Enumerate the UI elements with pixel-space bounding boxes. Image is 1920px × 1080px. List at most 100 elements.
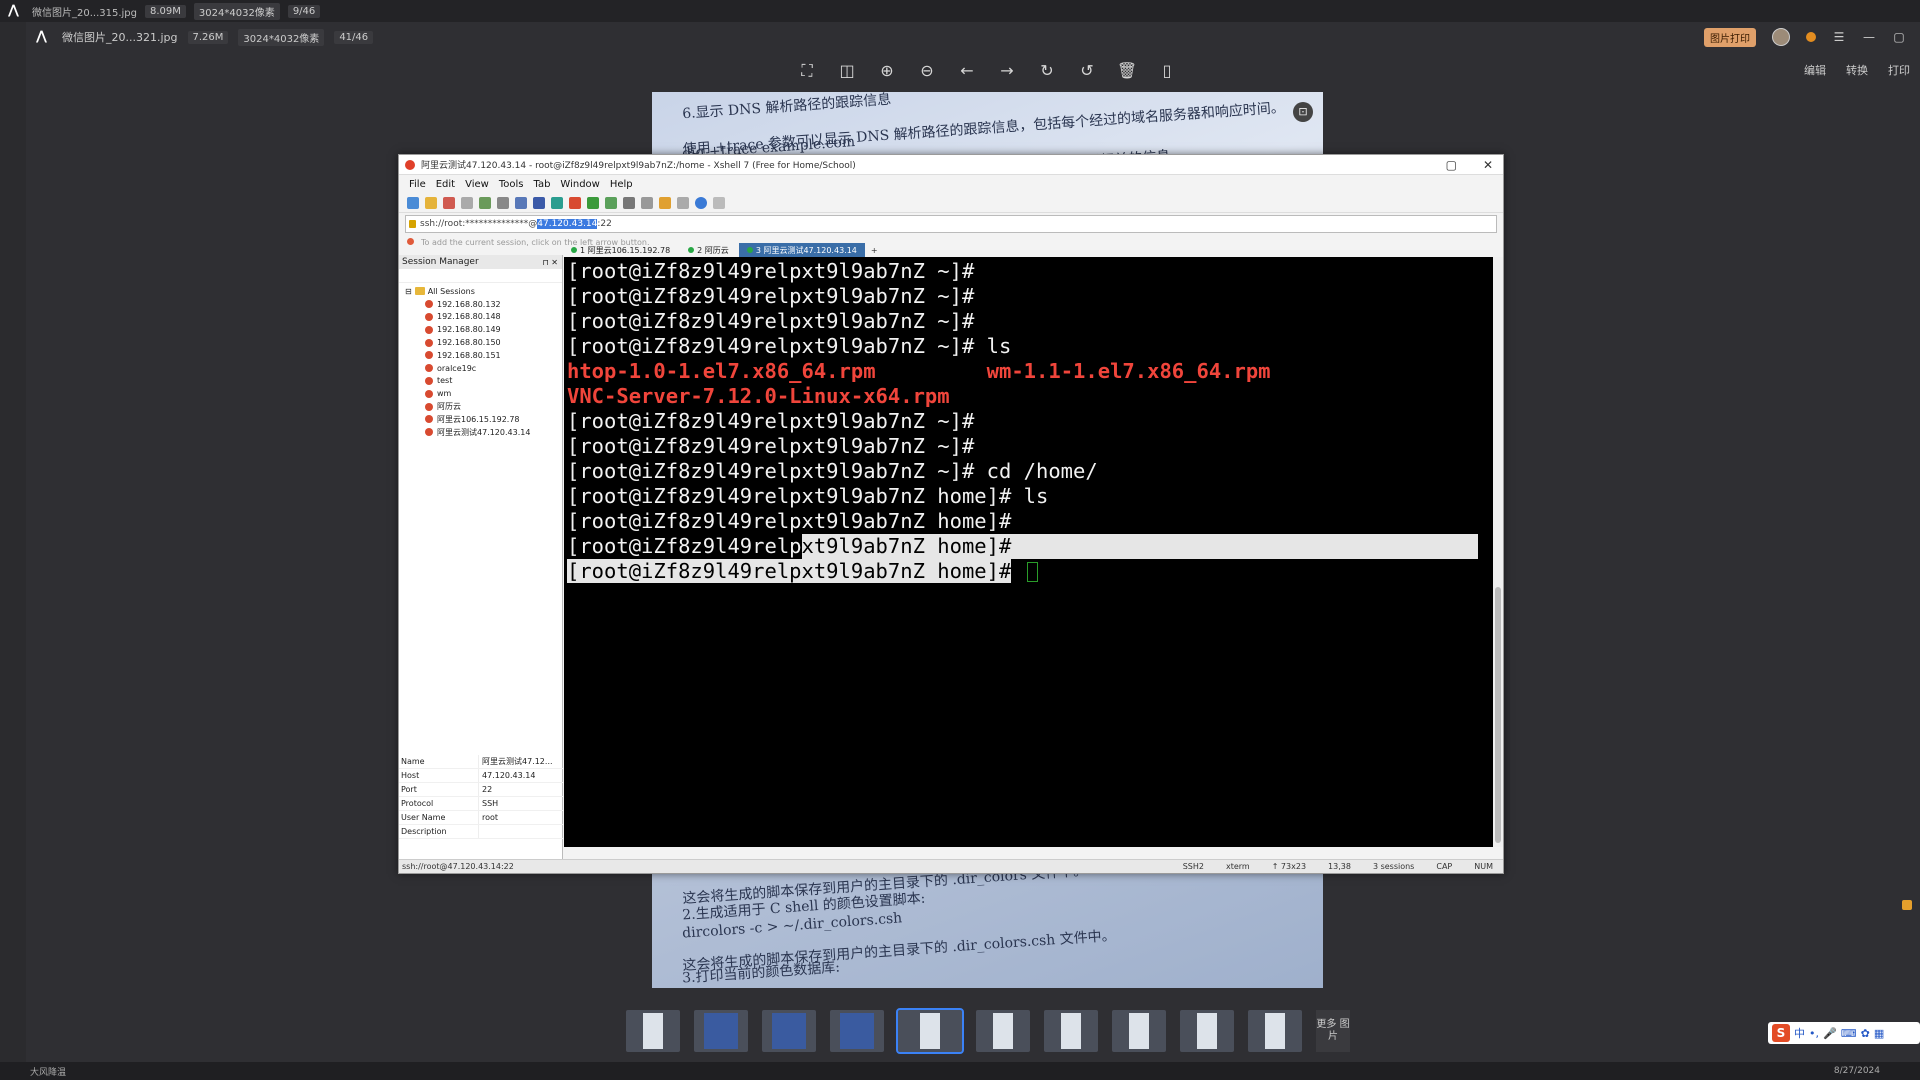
- copy-icon[interactable]: [479, 196, 491, 209]
- minimize-icon[interactable]: —: [1862, 30, 1876, 44]
- xftp-icon[interactable]: [569, 196, 581, 209]
- script-icon[interactable]: [659, 196, 671, 209]
- address-bar[interactable]: ssh://root:**************@ 47.120.43.14:2…: [405, 215, 1497, 233]
- new-tab-button[interactable]: +: [867, 246, 882, 255]
- thumbnail[interactable]: [1180, 1010, 1234, 1052]
- rotate-left-icon[interactable]: ↺: [1076, 60, 1098, 82]
- session-search[interactable]: [399, 269, 562, 283]
- zoom-out-icon[interactable]: ⊖: [916, 60, 938, 82]
- menu-file[interactable]: File: [409, 179, 426, 190]
- thumbnail[interactable]: [1112, 1010, 1166, 1052]
- thumbnail[interactable]: [1248, 1010, 1302, 1052]
- session-icon: [425, 415, 433, 424]
- shield-icon[interactable]: [1902, 900, 1912, 910]
- status-sessions[interactable]: 3 sessions: [1373, 862, 1414, 871]
- pin-close-icons[interactable]: ⊓ ✕: [543, 258, 563, 267]
- maximize-icon[interactable]: ▢: [1446, 158, 1457, 172]
- mic-icon[interactable]: 🎤: [1823, 1027, 1837, 1040]
- actual-size-icon[interactable]: ◫: [836, 60, 858, 82]
- terminal-scrollbar[interactable]: [1493, 257, 1503, 847]
- thumbnail[interactable]: [830, 1010, 884, 1052]
- tree-item[interactable]: oralce19c: [399, 362, 562, 375]
- tree-item[interactable]: 192.168.80.151: [399, 349, 562, 362]
- tree-item[interactable]: wm: [399, 387, 562, 400]
- skin-icon[interactable]: ✿: [1861, 1027, 1870, 1040]
- print-image-button[interactable]: 图片打印: [1704, 27, 1756, 47]
- tab-session-3[interactable]: 3 阿里云测试47.120.43.14: [738, 243, 865, 257]
- selection-highlight: xt9l9ab7nZ home]#: [801, 534, 1478, 559]
- disconnect-icon[interactable]: [461, 196, 473, 209]
- chat-icon[interactable]: [713, 196, 725, 209]
- new-session-icon[interactable]: [407, 196, 419, 209]
- menu-icon[interactable]: ☰: [1832, 30, 1846, 44]
- ocr-icon[interactable]: ⊡: [1293, 102, 1313, 122]
- previous-icon[interactable]: ←: [956, 60, 978, 82]
- menu-tools[interactable]: Tools: [499, 179, 524, 190]
- more-images-button[interactable]: 更多 图片: [1316, 1010, 1350, 1052]
- keyboard-icon[interactable]: ⌨: [1841, 1027, 1857, 1040]
- help-icon[interactable]: [695, 196, 707, 209]
- next-icon[interactable]: →: [996, 60, 1018, 82]
- print-button[interactable]: 打印: [1888, 62, 1910, 78]
- menu-bar: File Edit View Tools Tab Window Help: [399, 175, 1503, 193]
- rotate-right-icon[interactable]: ↻: [1036, 60, 1058, 82]
- scrollbar-thumb[interactable]: [1495, 587, 1501, 843]
- menu-view[interactable]: View: [465, 179, 489, 190]
- delete-icon[interactable]: 🗑: [1116, 60, 1138, 82]
- fullscreen-icon[interactable]: [605, 196, 617, 209]
- open-folder-icon[interactable]: [425, 196, 437, 209]
- tree-item[interactable]: 192.168.80.148: [399, 311, 562, 324]
- thumbnail[interactable]: [626, 1010, 680, 1052]
- menu-window[interactable]: Window: [560, 179, 599, 190]
- menu-edit[interactable]: Edit: [436, 179, 455, 190]
- tree-item[interactable]: 192.168.80.132: [399, 298, 562, 311]
- tree-item[interactable]: 阿历云: [399, 400, 562, 413]
- keyboard-icon[interactable]: [641, 196, 653, 209]
- thumbnail[interactable]: [694, 1010, 748, 1052]
- tree-item[interactable]: 192.168.80.150: [399, 336, 562, 349]
- tools-icon[interactable]: ▦: [1874, 1027, 1884, 1040]
- tree-root[interactable]: ⊟ All Sessions: [399, 285, 562, 298]
- convert-button[interactable]: 转换: [1846, 62, 1868, 78]
- punctuation-icon[interactable]: •,: [1809, 1027, 1819, 1040]
- tree-item[interactable]: 阿里云测试47.120.43.14: [399, 426, 562, 439]
- layout-icon[interactable]: [677, 196, 689, 209]
- menu-tab[interactable]: Tab: [533, 179, 550, 190]
- collapse-icon[interactable]: ⊟: [405, 287, 412, 296]
- fullscreen-icon[interactable]: ⛶: [796, 60, 818, 82]
- thumbnail[interactable]: [1044, 1010, 1098, 1052]
- zoom-in-icon[interactable]: ⊕: [876, 60, 898, 82]
- info-icon[interactable]: ▯: [1156, 60, 1178, 82]
- tab-session-2[interactable]: 2 阿历云: [680, 243, 737, 257]
- lock-icon[interactable]: [623, 196, 635, 209]
- tree-item[interactable]: 192.168.80.149: [399, 323, 562, 336]
- back-window-size: 8.09M: [145, 4, 186, 18]
- ime-toolbar[interactable]: S 中 •, 🎤 ⌨ ✿ ▦: [1768, 1022, 1920, 1044]
- maximize-icon[interactable]: ▢: [1892, 30, 1906, 44]
- print-icon[interactable]: [515, 196, 527, 209]
- tab-session-1[interactable]: 1 阿里云106.15.192.78: [563, 243, 678, 257]
- globe-icon[interactable]: [551, 196, 563, 209]
- ime-mode[interactable]: 中: [1794, 1025, 1805, 1041]
- terminal[interactable]: [root@iZf8z9l49relpxt9l9ab7nZ ~]# [root@…: [564, 257, 1493, 847]
- viewer-toolbar: ⛶ ◫ ⊕ ⊖ ← → ↻ ↺ 🗑 ▯ 编辑 转换 打印: [26, 54, 1920, 90]
- close-icon[interactable]: ✕: [1483, 158, 1493, 172]
- thumbnail[interactable]: [762, 1010, 816, 1052]
- session-icon: [425, 312, 433, 321]
- transfer-icon[interactable]: [587, 196, 599, 209]
- menu-help[interactable]: Help: [610, 179, 633, 190]
- notification-icon[interactable]: [1806, 32, 1816, 42]
- reconnect-icon[interactable]: [443, 196, 455, 209]
- tree-item[interactable]: test: [399, 375, 562, 388]
- font-icon[interactable]: [533, 196, 545, 209]
- session-icon: [425, 389, 433, 398]
- avatar[interactable]: [1772, 28, 1790, 46]
- tree-label: All Sessions: [427, 286, 475, 296]
- thumbnail-active[interactable]: [896, 1008, 964, 1054]
- edit-button[interactable]: 编辑: [1804, 62, 1826, 78]
- prop-key: Name: [399, 755, 479, 768]
- pin-icon[interactable]: [407, 238, 414, 245]
- tree-item[interactable]: 阿里云106.15.192.78: [399, 413, 562, 426]
- thumbnail[interactable]: [976, 1010, 1030, 1052]
- find-icon[interactable]: [497, 196, 509, 209]
